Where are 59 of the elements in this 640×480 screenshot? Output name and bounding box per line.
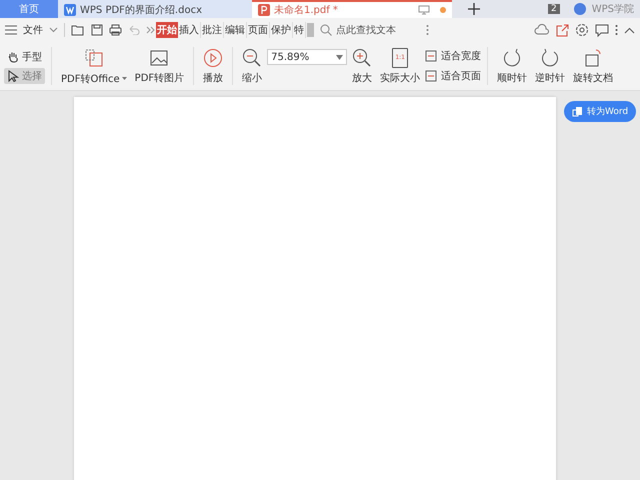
toolbar-button[interactable]: 播放 [200, 48, 226, 84]
play-icon [203, 48, 224, 68]
rotate-counterclockwise-icon [540, 48, 560, 68]
pdf-file-icon [258, 4, 270, 16]
toolbar-button[interactable]: 逆时针 [532, 48, 568, 84]
document-tab[interactable]: 未命名1.pdf * [252, 0, 452, 18]
word-convert-icon [572, 106, 583, 117]
fit-page-icon [425, 50, 438, 62]
image-icon [149, 48, 170, 68]
zoom-field[interactable]: 75.89% [267, 49, 348, 65]
toolbar-button[interactable]: 缩小 [239, 48, 266, 84]
ribbon-tab[interactable]: 开始 [156, 22, 178, 38]
ribbon-tab[interactable]: 批注 [201, 22, 224, 38]
toolbar-button[interactable]: 旋转文档 [570, 48, 616, 84]
rotate-document-icon [583, 48, 604, 68]
cloud-icon[interactable] [534, 24, 550, 36]
ribbon-tab[interactable]: 页面 [247, 22, 270, 38]
share-icon[interactable] [556, 24, 569, 36]
comment-icon[interactable] [595, 24, 609, 36]
menu-icon[interactable] [5, 25, 17, 35]
convert-button[interactable]: 转为Word [564, 101, 636, 122]
more-vertical-icon[interactable] [426, 24, 429, 36]
new-tab-icon[interactable] [468, 3, 480, 15]
ribbon-tab[interactable]: 编辑 [224, 22, 247, 38]
search-icon [320, 24, 332, 36]
monitor-icon[interactable] [418, 5, 430, 15]
zoom-out-icon [242, 48, 262, 68]
chevron-up-icon[interactable] [624, 26, 635, 34]
fit-button[interactable]: 适合宽度 [425, 49, 482, 63]
caret-icon [122, 77, 127, 80]
document-convert-icon [82, 46, 105, 68]
cursor-icon [7, 70, 19, 82]
file-menu[interactable]: 文件 [23, 23, 43, 37]
fit-page-icon [425, 70, 438, 82]
document-file-icon [64, 4, 76, 16]
more-chevron-icon[interactable] [146, 26, 156, 34]
dropdown-arrow-icon[interactable] [336, 55, 344, 60]
zoom-in-icon [352, 48, 372, 68]
tab-count-badge[interactable]: 2 [548, 4, 560, 14]
fit-button[interactable]: 适合页面 [425, 69, 482, 83]
ribbon-tab[interactable]: 保护 [270, 22, 293, 38]
toolbar-button[interactable]: 放大 [349, 48, 376, 84]
toolbar-button[interactable]: PDF转Office [58, 46, 130, 86]
chevron-down-icon[interactable] [49, 27, 58, 33]
toolbar-button[interactable]: 顺时针 [494, 48, 530, 84]
rotate-clockwise-icon [502, 48, 522, 68]
settings-icon[interactable] [575, 23, 589, 37]
ribbon-tab[interactable]: 插入 [178, 22, 201, 38]
hand-icon [7, 50, 19, 62]
mode-button[interactable]: 手型 [4, 48, 45, 64]
save-icon[interactable] [91, 24, 103, 36]
document-tab[interactable]: WPS PDF的界面介绍.docx [58, 0, 252, 18]
ribbon-tab[interactable]: 特 [293, 22, 306, 38]
toolbar-button[interactable]: PDF转图片 [132, 48, 188, 84]
avatar-icon[interactable] [574, 3, 586, 15]
unsaved-dot-icon [440, 7, 446, 13]
folder-icon[interactable] [71, 24, 85, 36]
print-icon[interactable] [109, 24, 122, 36]
more-vertical-icon[interactable] [615, 24, 618, 36]
